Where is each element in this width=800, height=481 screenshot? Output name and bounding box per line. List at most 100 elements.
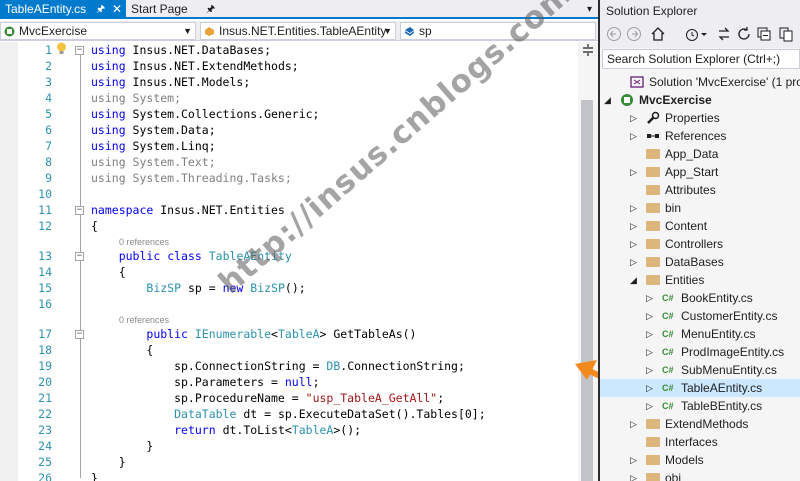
collapsed-arrow-icon[interactable]: ▷ [630, 451, 637, 469]
folder-icon [646, 201, 660, 215]
collapsed-arrow-icon[interactable]: ▷ [646, 307, 653, 325]
collapsed-arrow-icon[interactable]: ▷ [630, 109, 637, 127]
tree-node-obj[interactable]: ▷ obj [600, 469, 800, 481]
tree-node-bookentity-cs[interactable]: ▷ C# BookEntity.cs [600, 289, 800, 307]
code-token: >(); [333, 423, 362, 437]
tree-node-prodimageentity-cs[interactable]: ▷ C# ProdImageEntity.cs [600, 343, 800, 361]
line-text: } [91, 454, 126, 470]
tree-node-interfaces[interactable]: Interfaces [600, 433, 800, 451]
collapsed-arrow-icon[interactable]: ▷ [646, 343, 653, 361]
back-icon[interactable] [606, 26, 622, 42]
collapsed-arrow-icon[interactable]: ▷ [646, 325, 653, 343]
history-icon[interactable] [684, 26, 700, 42]
code-lens-references-17[interactable]: 0 references [119, 313, 169, 327]
code-lens-references-13[interactable]: 0 references [119, 235, 169, 249]
collapsed-arrow-icon[interactable]: ▷ [630, 199, 637, 217]
code-token: Insus.NET.ExtendMethods; [125, 59, 299, 73]
sync-icon[interactable] [716, 26, 732, 42]
line-number: 1 [45, 43, 52, 57]
tree-node-solution-mvcexercise-1-project[interactable]: Solution 'MvcExercise' (1 project) [600, 73, 800, 91]
tree-node-properties[interactable]: ▷ Properties [600, 109, 800, 127]
line-text: { [91, 264, 126, 280]
tree-node-content[interactable]: ▷ Content [600, 217, 800, 235]
tree-node-extendmethods[interactable]: ▷ ExtendMethods [600, 415, 800, 433]
tree-node-models[interactable]: ▷ Models [600, 451, 800, 469]
tree-node-customerentity-cs[interactable]: ▷ C# CustomerEntity.cs [600, 307, 800, 325]
split-window-icon[interactable] [582, 44, 594, 56]
tree-node-app-start[interactable]: ▷ App_Start [600, 163, 800, 181]
collapsed-arrow-icon[interactable]: ▷ [630, 127, 637, 145]
forward-icon[interactable] [626, 26, 642, 42]
tree-node-app-data[interactable]: App_Data [600, 145, 800, 163]
pin-icon[interactable]: 🖈 [206, 0, 215, 19]
expanded-arrow-icon[interactable]: ◢ [604, 91, 611, 109]
line-text: using System.Linq; [91, 138, 216, 154]
code-token: { [91, 219, 98, 233]
code-token: using [91, 107, 126, 121]
collapse-all-icon[interactable] [756, 26, 772, 42]
show-all-files-icon[interactable] [778, 26, 794, 42]
code-text-area[interactable]: 0 references 0 references 1 using Insus.NET… [18, 42, 578, 481]
collapsed-arrow-icon[interactable]: ▷ [646, 289, 653, 307]
code-line: 24 } [18, 438, 578, 454]
code-editor[interactable]: TableAEntity.cs 🖈 ✕ Start Page 🖈 ▾ MvcEx… [0, 0, 598, 481]
refresh-icon[interactable] [736, 26, 752, 42]
tree-node-menuentity-cs[interactable]: ▷ C# MenuEntity.cs [600, 325, 800, 343]
class-icon [205, 27, 214, 36]
scrollbar-thumb[interactable] [581, 100, 593, 481]
collapsed-arrow-icon[interactable]: ▷ [630, 217, 637, 235]
code-token: dt = sp.ExecuteDataSet().Tables[0]; [236, 407, 486, 421]
tree-node-submenuentity-cs[interactable]: ▷ C# SubMenuEntity.cs [600, 361, 800, 379]
type-dropdown[interactable]: Insus.NET.Entities.TableAEntity ▼ [200, 22, 396, 40]
vertical-scrollbar[interactable] [578, 42, 598, 481]
line-text: namespace Insus.NET.Entities [91, 202, 285, 218]
collapsed-arrow-icon[interactable]: ▷ [630, 469, 637, 481]
tree-node-databases[interactable]: ▷ DataBases [600, 253, 800, 271]
collapse-icon[interactable]: − [75, 252, 84, 261]
search-solution-explorer-input[interactable]: Search Solution Explorer (Ctrl+;) [602, 49, 800, 69]
indicator-margin[interactable] [0, 42, 18, 481]
code-token: Insus.NET.DataBases; [125, 43, 272, 57]
collapse-icon[interactable]: − [75, 330, 84, 339]
csharp-file-icon: C# [662, 293, 674, 303]
collapsed-arrow-icon[interactable]: ▷ [646, 397, 653, 415]
tree-node-entities[interactable]: ◢ Entities [600, 271, 800, 289]
collapsed-arrow-icon[interactable]: ▷ [646, 379, 653, 397]
tree-node-controllers[interactable]: ▷ Controllers [600, 235, 800, 253]
tree-node-bin[interactable]: ▷ bin [600, 199, 800, 217]
collapse-icon[interactable]: − [75, 206, 84, 215]
line-number: 18 [38, 343, 52, 357]
solution-tree[interactable]: Solution 'MvcExercise' (1 project) ◢ MvcEx… [600, 73, 800, 481]
collapsed-arrow-icon[interactable]: ▷ [630, 163, 637, 181]
folder-icon [646, 453, 660, 467]
tab-tableaentity[interactable]: TableAEntity.cs 🖈 ✕ [0, 0, 126, 19]
tree-node-mvcexercise[interactable]: ◢ MvcExercise [600, 91, 800, 109]
collapsed-arrow-icon[interactable]: ▷ [630, 253, 637, 271]
tree-node-tablebentity-cs[interactable]: ▷ C# TableBEntity.cs [600, 397, 800, 415]
project-dropdown[interactable]: MvcExercise ▼ [0, 22, 196, 40]
collapse-icon[interactable]: − [75, 46, 84, 55]
pin-icon[interactable]: 🖈 [96, 0, 105, 19]
tree-node-attributes[interactable]: Attributes [600, 181, 800, 199]
code-token: sp.ConnectionString = [91, 359, 327, 373]
tree-node-tableaentity-cs[interactable]: ▷ C# TableAEntity.cs [600, 379, 800, 397]
line-number: 9 [45, 171, 52, 185]
home-icon[interactable] [650, 26, 666, 42]
tab-start-page[interactable]: Start Page 🖈 [126, 0, 221, 19]
expanded-arrow-icon[interactable]: ◢ [630, 271, 637, 289]
code-line: 21 sp.ProcedureName = "usp_TableA_GetAll… [18, 390, 578, 406]
collapsed-arrow-icon[interactable]: ▷ [646, 361, 653, 379]
panel-title: Solution Explorer [600, 0, 800, 22]
code-token: } [91, 439, 154, 453]
tab-overflow-icon[interactable]: ▾ [587, 0, 592, 19]
collapsed-arrow-icon[interactable]: ▷ [630, 235, 637, 253]
code-line: 17 public IEnumerable<TableA> GetTableAs… [18, 326, 578, 342]
tree-node-label: TableAEntity.cs [681, 381, 763, 395]
code-line: 14 { [18, 264, 578, 280]
tree-node-references[interactable]: ▷ References [600, 127, 800, 145]
close-icon[interactable]: ✕ [112, 0, 122, 19]
code-token: public [118, 249, 161, 263]
chevron-down-icon[interactable] [700, 26, 708, 42]
collapsed-arrow-icon[interactable]: ▷ [630, 415, 637, 433]
